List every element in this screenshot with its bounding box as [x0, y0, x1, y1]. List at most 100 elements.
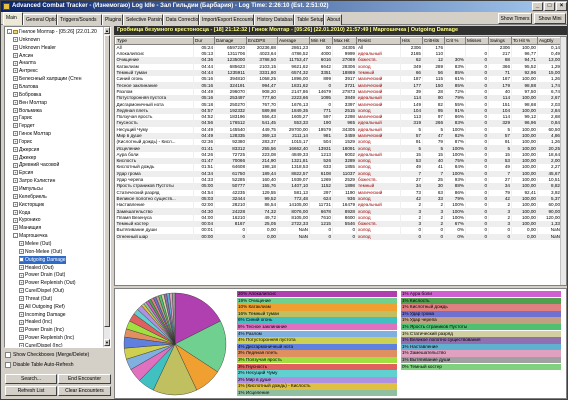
expand-icon[interactable]: + [13, 52, 18, 58]
expand-icon[interactable]: + [13, 115, 18, 121]
tree-node[interactable]: + Melee (Out) [19, 240, 51, 248]
column-header[interactable]: Dur [193, 37, 215, 45]
tree-node[interactable]: + Антрекс [13, 67, 38, 75]
expand-icon[interactable]: + [13, 162, 18, 168]
scroll-down-arrow-icon[interactable]: ▼ [104, 339, 110, 346]
expand-icon[interactable]: + [13, 186, 18, 192]
checkbox-box[interactable] [5, 351, 11, 358]
tree-scrollbar[interactable]: ▲ ▼ [103, 27, 110, 347]
expand-icon[interactable]: + [13, 44, 18, 50]
tree-node[interactable]: + Cure/Dispel (Inc) [19, 342, 63, 347]
collapse-icon[interactable]: - [7, 29, 12, 35]
tree-node[interactable]: + Горис [13, 138, 32, 146]
expand-icon[interactable]: + [19, 335, 24, 341]
expand-icon[interactable]: + [19, 303, 24, 309]
expand-icon[interactable]: + [19, 343, 24, 347]
column-header[interactable]: Resist [356, 37, 401, 45]
expand-icon[interactable]: + [13, 37, 18, 43]
column-header[interactable]: Hits [400, 37, 423, 45]
expand-icon[interactable]: + [13, 60, 18, 66]
expand-icon[interactable]: + [19, 319, 24, 325]
minimize-button[interactable]: _ [532, 2, 543, 11]
maximize-button[interactable]: □ [544, 2, 555, 11]
expand-icon[interactable]: + [13, 107, 18, 113]
collapse-icon[interactable]: - [13, 233, 18, 239]
tab-plugins[interactable]: Plugins [102, 14, 123, 25]
column-header[interactable]: AvgDly [537, 37, 562, 45]
damage-table[interactable]: Type Dur Damage EncDPS Average Min Hit Max Hit… [114, 36, 567, 286]
merge-checkbox[interactable]: Show Checkboxes (Merge/Delete) [5, 351, 89, 360]
expand-icon[interactable]: + [19, 280, 24, 286]
tree-node[interactable]: + Unknown Healer [13, 44, 56, 52]
clear-encounters-button[interactable]: Clear Encounters [58, 386, 111, 396]
expand-icon[interactable]: + [19, 248, 24, 254]
tree-node[interactable]: + Кисторщик [13, 201, 44, 209]
tree-node[interactable]: + Джерсия [13, 146, 39, 154]
tree-node[interactable]: + Блатова [13, 83, 38, 91]
tree-node[interactable]: + Вольмика [13, 107, 42, 115]
tree-node[interactable]: - Маргошечка [13, 232, 48, 240]
tree-node[interactable]: + Power Drain (Inc) [19, 326, 64, 334]
tree-node[interactable]: + Power Drain (Out) [19, 271, 65, 279]
tab-table-setup[interactable]: Table Setup [294, 14, 324, 25]
tree-node[interactable]: + Затро Кэлистин [13, 177, 55, 185]
scroll-thumb[interactable] [104, 35, 110, 327]
expand-icon[interactable]: + [13, 91, 18, 97]
expand-icon[interactable]: + [19, 311, 24, 317]
expand-icon[interactable]: + [19, 264, 24, 270]
expand-icon[interactable]: + [19, 272, 24, 278]
expand-icon[interactable]: + [19, 256, 24, 262]
tree-node[interactable]: + Incoming Damage [19, 311, 66, 319]
search-button[interactable]: Search... [5, 374, 57, 384]
expand-icon[interactable]: + [13, 154, 18, 160]
expand-icon[interactable]: + [13, 201, 18, 207]
tree-node[interactable]: + Манищия [13, 224, 41, 232]
column-header[interactable]: Average [277, 37, 310, 45]
tree-node[interactable]: + Гарис [13, 114, 32, 122]
tree-node[interactable]: + Cure/Dispel (Out) [19, 287, 64, 295]
expand-icon[interactable]: + [13, 146, 18, 152]
expand-icon[interactable]: + [13, 225, 18, 231]
tree-node[interactable]: + Белеснеый халрщии (Стен [13, 75, 81, 83]
table-row[interactable]: Огненный шар 00:00 0 0,00 NaN 0 0 холод 0 0 0% 0 0 0,… [115, 233, 562, 240]
tree-node[interactable]: - Гнилое Молтар - [05:26] (22.01.20 [7, 28, 97, 36]
expand-icon[interactable]: + [19, 327, 24, 333]
tree-node[interactable]: + Алсин [13, 52, 33, 60]
expand-icon[interactable]: + [13, 99, 18, 105]
tab-selective-parsing[interactable]: Selective Parsing [123, 14, 163, 25]
expand-icon[interactable]: + [13, 209, 18, 215]
tree-node[interactable]: + Гинок Молтар [13, 130, 51, 138]
tree-node[interactable]: + All Outgoing (Ref) [19, 303, 65, 311]
column-header[interactable]: Max Hit [332, 37, 357, 45]
tab-history-database[interactable]: History Database [254, 14, 294, 25]
encounter-tree[interactable]: - Гнилое Молтар - [05:26] (22.01.20 + Unkno… [4, 26, 111, 348]
tree-node[interactable]: + Гердет [13, 122, 35, 130]
refresh-list-button[interactable]: Refresh List [5, 386, 57, 396]
tree-node[interactable]: + Threat (Out) [19, 295, 52, 303]
tab-general-options[interactable]: General Options [23, 14, 57, 25]
checkbox-box[interactable] [5, 361, 11, 368]
end-encounter-button[interactable]: End Encounter [58, 374, 111, 384]
show-timers-button[interactable]: Show Timers [498, 13, 532, 24]
auto-refresh-checkbox[interactable]: Disable Table Auto-Refresh [5, 361, 74, 370]
tree-node[interactable]: + Джекер [13, 154, 36, 162]
tree-node[interactable]: + Healed (Out) [19, 264, 54, 272]
expand-icon[interactable]: + [13, 139, 18, 145]
tree-node[interactable]: + Кода [13, 209, 30, 217]
tree-node[interactable]: + Вен Молтар [13, 99, 47, 107]
tree-node[interactable]: + Healed (Inc) [19, 318, 52, 326]
column-header[interactable]: EncDPS [246, 37, 278, 45]
tab-main[interactable]: Main [3, 12, 23, 25]
expand-icon[interactable]: + [13, 131, 18, 137]
column-header[interactable]: Min Hit [309, 37, 333, 45]
expand-icon[interactable]: + [13, 123, 18, 129]
expand-icon[interactable]: + [13, 194, 18, 200]
title-bar[interactable]: Advanced Combat Tracker - (Изнемогаю) Lo… [1, 1, 567, 12]
tree-node[interactable]: + Древний часовой [13, 161, 59, 169]
tree-node[interactable]: + Келебриель [13, 193, 47, 201]
tree-node[interactable]: + Power Replenish (Inc) [19, 334, 74, 342]
tree-node[interactable]: + Импульсы [13, 185, 43, 193]
column-header[interactable]: Crit % [444, 37, 466, 45]
tree-node[interactable]: + Бобровка [13, 91, 41, 99]
expand-icon[interactable]: + [19, 241, 24, 247]
